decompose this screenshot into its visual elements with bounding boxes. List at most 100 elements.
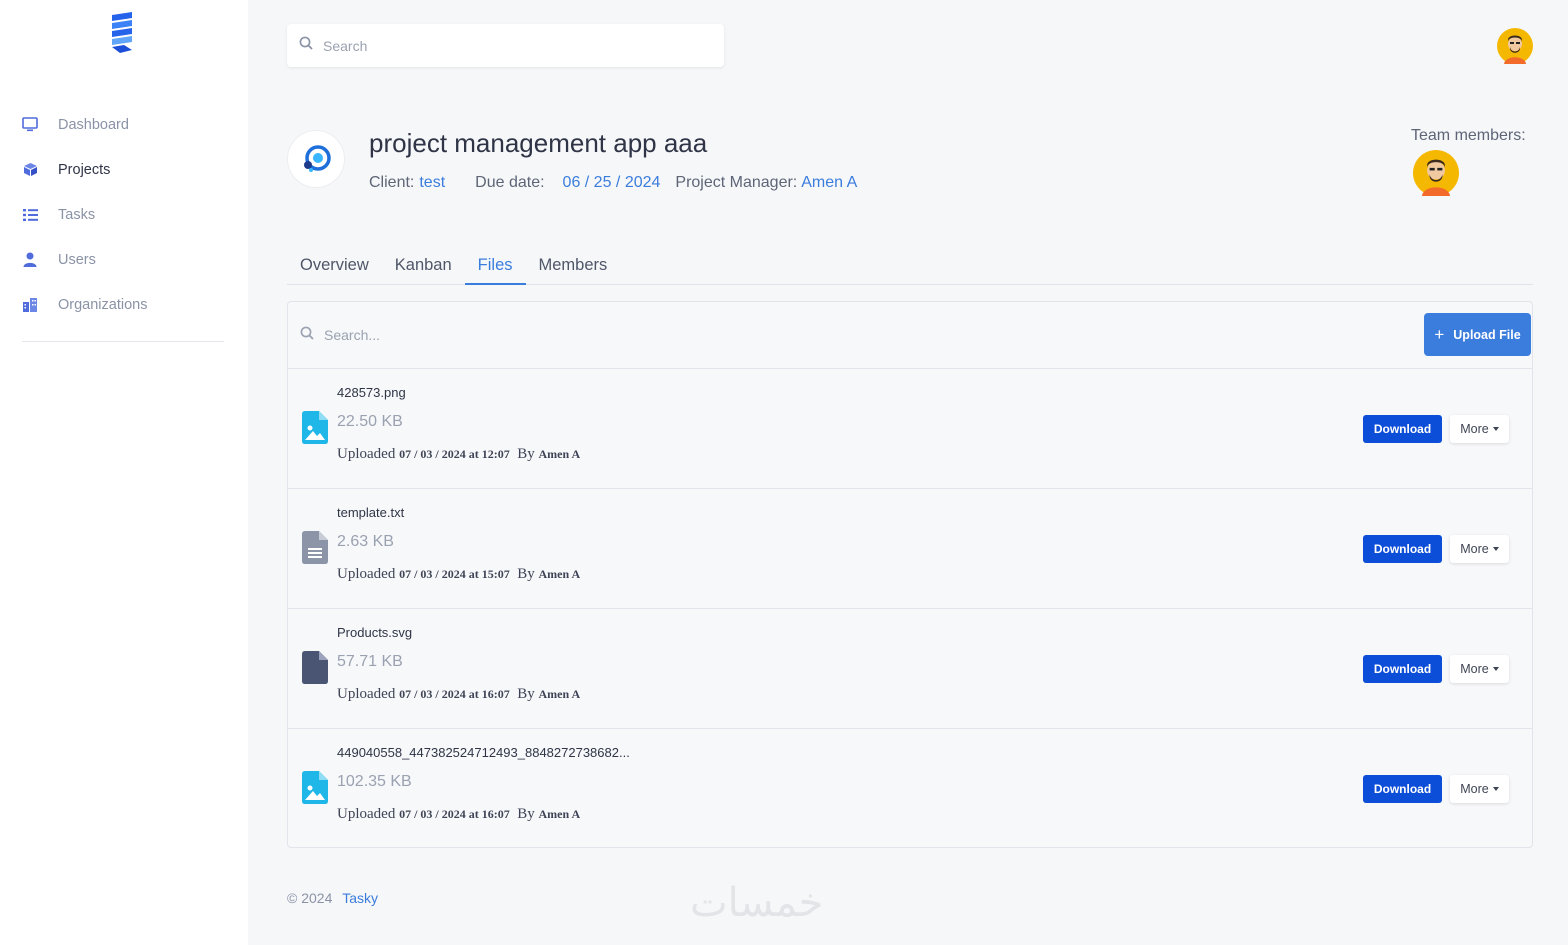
- download-button[interactable]: Download: [1363, 415, 1442, 443]
- more-dropdown-button[interactable]: More: [1450, 535, 1509, 563]
- tab-members[interactable]: Members: [526, 246, 621, 285]
- uploaded-word: Uploaded: [337, 686, 396, 702]
- building-icon: [21, 296, 39, 314]
- client-link[interactable]: test: [419, 174, 445, 192]
- more-dropdown-button[interactable]: More: [1450, 775, 1509, 803]
- stacked-layers-logo-icon[interactable]: [108, 12, 138, 54]
- watermark: خمسات: [690, 880, 824, 926]
- file-row: template.txt 2.63 KB Uploaded 07 / 03 / …: [288, 489, 1532, 609]
- search-icon: [300, 326, 314, 345]
- caret-down-icon: [1492, 667, 1499, 671]
- upload-file-label: Upload File: [1453, 327, 1521, 342]
- avatar[interactable]: [1497, 28, 1533, 64]
- upload-file-button[interactable]: + Upload File: [1424, 313, 1531, 356]
- download-button[interactable]: Download: [1363, 775, 1442, 803]
- uploaded-word: Uploaded: [337, 566, 396, 582]
- by-word: By: [517, 686, 535, 702]
- download-button[interactable]: Download: [1363, 655, 1442, 683]
- by-word: By: [517, 806, 535, 822]
- sidebar-item-label: Dashboard: [58, 116, 129, 133]
- upload-date: 07 / 03 / 2024 at 16:07: [399, 687, 510, 701]
- global-search[interactable]: [287, 24, 724, 67]
- image-file-icon: [302, 771, 328, 804]
- sidebar-item-organizations[interactable]: Organizations: [0, 282, 248, 327]
- search-icon: [299, 36, 313, 55]
- more-label: More: [1460, 662, 1489, 676]
- caret-down-icon: [1492, 427, 1499, 431]
- file-upload-info: Uploaded 07 / 03 / 2024 at 16:07 By Amen…: [337, 686, 580, 703]
- caret-down-icon: [1492, 787, 1499, 791]
- file-size: 22.50 KB: [337, 413, 403, 430]
- tab-overview[interactable]: Overview: [287, 246, 382, 285]
- sidebar-item-dashboard[interactable]: Dashboard: [0, 102, 248, 147]
- due-date-value: 06 / 25 / 2024: [562, 174, 661, 191]
- file-name[interactable]: 449040558_447382524712493_8848272738682.…: [337, 745, 630, 760]
- upload-author: Amen A: [538, 567, 581, 581]
- files-search-bar: + Upload File: [288, 302, 1532, 369]
- team-members-label: Team members:: [1411, 127, 1526, 144]
- sidebar-item-label: Tasks: [58, 206, 96, 223]
- project-logo-icon: [304, 145, 331, 172]
- monitor-icon: [21, 116, 39, 134]
- team-member-avatar[interactable]: [1413, 150, 1459, 196]
- file-name[interactable]: 428573.png: [337, 385, 406, 400]
- upload-author: Amen A: [538, 447, 581, 461]
- by-word: By: [517, 566, 535, 582]
- file-upload-info: Uploaded 07 / 03 / 2024 at 12:07 By Amen…: [337, 446, 580, 463]
- file-size: 2.63 KB: [337, 533, 394, 550]
- sidebar: Dashboard Projects Tasks Users Organizat…: [0, 0, 248, 945]
- manager-label: Project Manager:: [675, 174, 798, 191]
- file-row: 428573.png 22.50 KB Uploaded 07 / 03 / 2…: [288, 369, 1532, 489]
- upload-date: 07 / 03 / 2024 at 12:07: [399, 447, 510, 461]
- search-input[interactable]: [323, 37, 703, 54]
- due-date-label: Due date:: [475, 174, 545, 191]
- client-label: Client:: [369, 174, 415, 191]
- file-icon: [302, 651, 328, 684]
- uploaded-word: Uploaded: [337, 806, 396, 822]
- sidebar-item-label: Organizations: [58, 296, 148, 313]
- more-dropdown-button[interactable]: More: [1450, 415, 1509, 443]
- file-name[interactable]: template.txt: [337, 505, 404, 520]
- text-file-icon: [302, 531, 328, 564]
- project-logo: [287, 130, 345, 188]
- sidebar-item-tasks[interactable]: Tasks: [0, 192, 248, 237]
- files-panel: + Upload File 428573.png 22.50 KB Upload…: [287, 301, 1533, 848]
- project-meta: Client: test Due date: 06 / 25 / 2024 Pr…: [369, 174, 857, 192]
- sidebar-divider: [22, 341, 224, 342]
- file-name[interactable]: Products.svg: [337, 625, 412, 640]
- image-file-icon: [302, 411, 328, 444]
- sidebar-item-users[interactable]: Users: [0, 237, 248, 282]
- download-button[interactable]: Download: [1363, 535, 1442, 563]
- by-word: By: [517, 446, 535, 462]
- caret-down-icon: [1492, 547, 1499, 551]
- manager-link[interactable]: Amen A: [801, 174, 857, 192]
- uploaded-word: Uploaded: [337, 446, 396, 462]
- sidebar-item-label: Projects: [58, 161, 111, 178]
- footer-copyright: © 2024: [287, 890, 333, 906]
- page-title: project management app aaa: [369, 128, 708, 158]
- file-upload-info: Uploaded 07 / 03 / 2024 at 16:07 By Amen…: [337, 806, 580, 823]
- upload-date: 07 / 03 / 2024 at 16:07: [399, 807, 510, 821]
- footer: © 2024 Tasky: [287, 890, 378, 906]
- more-label: More: [1460, 542, 1489, 556]
- more-dropdown-button[interactable]: More: [1450, 655, 1509, 683]
- file-upload-info: Uploaded 07 / 03 / 2024 at 15:07 By Amen…: [337, 566, 580, 583]
- more-label: More: [1460, 422, 1489, 436]
- file-size: 57.71 KB: [337, 653, 403, 670]
- upload-date: 07 / 03 / 2024 at 15:07: [399, 567, 510, 581]
- sidebar-item-label: Users: [58, 251, 96, 268]
- upload-author: Amen A: [538, 807, 581, 821]
- files-search-input[interactable]: [324, 327, 924, 343]
- more-label: More: [1460, 782, 1489, 796]
- file-row: Products.svg 57.71 KB Uploaded 07 / 03 /…: [288, 609, 1532, 729]
- sidebar-item-projects[interactable]: Projects: [0, 147, 248, 192]
- upload-author: Amen A: [538, 687, 581, 701]
- tab-files[interactable]: Files: [464, 246, 526, 285]
- footer-brand-link[interactable]: Tasky: [342, 890, 378, 906]
- tab-kanban[interactable]: Kanban: [382, 246, 465, 285]
- list-icon: [21, 206, 39, 224]
- user-icon: [21, 251, 39, 269]
- sidebar-nav: Dashboard Projects Tasks Users Organizat…: [0, 102, 248, 327]
- file-row: 449040558_447382524712493_8848272738682.…: [288, 729, 1532, 847]
- file-size: 102.35 KB: [337, 773, 412, 790]
